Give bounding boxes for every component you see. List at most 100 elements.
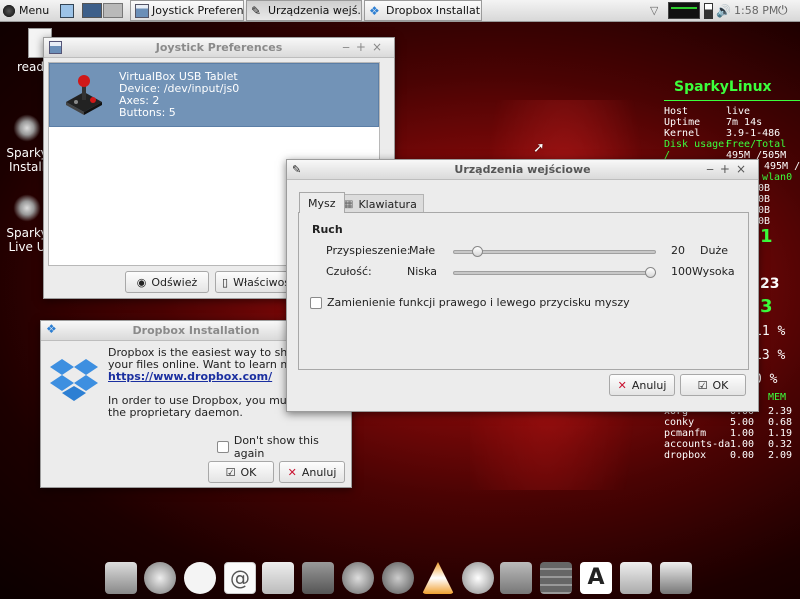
monitor-icon[interactable] xyxy=(660,562,692,594)
vlc-icon[interactable] xyxy=(422,562,454,594)
cancel-icon: ✕ xyxy=(617,378,627,392)
sens-label: Czułość: xyxy=(326,265,372,278)
input-devices-title: Urządzenia wejściowe xyxy=(454,163,591,176)
disk-value: Free/Total xyxy=(726,139,787,150)
task-dropbox[interactable]: ❖ Dropbox Installat... xyxy=(364,0,482,21)
globe-icon[interactable] xyxy=(144,562,176,594)
keyboard-icon[interactable] xyxy=(500,562,532,594)
firewall-icon[interactable] xyxy=(540,562,572,594)
input-ok-button[interactable]: ☑ OK xyxy=(680,374,746,396)
checkbox[interactable] xyxy=(310,296,322,309)
process-name: pcmanfm xyxy=(664,428,707,439)
dock: @ A xyxy=(100,560,700,599)
process-cpu: 1.00 xyxy=(730,428,755,439)
uptime-value: 7m 14s xyxy=(726,117,763,128)
steam-icon[interactable] xyxy=(302,562,334,594)
sparky-logo-icon xyxy=(2,3,16,18)
dont-show-checkbox[interactable]: Don't show this again xyxy=(217,434,351,460)
menu-label: Menu xyxy=(19,4,50,17)
input-devices-window: ✎ Urządzenia wejściowe ‒+× Mysz ▦ Klawia… xyxy=(286,159,759,412)
keyboard-icon: ▦ xyxy=(344,198,354,210)
input-devices-titlebar[interactable]: ✎ Urządzenia wejściowe ‒+× xyxy=(287,160,758,180)
slider-knob[interactable] xyxy=(645,267,656,278)
refresh-icon: ◉ xyxy=(136,275,147,289)
process-name: dropbox xyxy=(664,450,707,461)
dropbox-ok-button[interactable]: ☑ OK xyxy=(208,461,274,483)
divider xyxy=(664,100,800,101)
task-joystick[interactable]: Joystick Preferen... xyxy=(130,0,244,21)
chat-icon[interactable] xyxy=(184,562,216,594)
dropbox-icon: ❖ xyxy=(369,3,380,18)
sparky-logo-icon xyxy=(11,112,43,144)
net-label: wlan0 xyxy=(762,172,793,183)
conky-big-number: 1 xyxy=(760,226,773,247)
input-cancel-button[interactable]: ✕ Anuluj xyxy=(609,374,675,396)
properties-icon: ▯ xyxy=(222,275,229,289)
adobe-icon[interactable]: A xyxy=(580,562,612,594)
cancel-icon: ✕ xyxy=(287,465,297,479)
joystick-titlebar[interactable]: Joystick Preferences ‒+× xyxy=(44,38,394,58)
refresh-button[interactable]: ◉ Odśwież xyxy=(125,271,209,293)
sparky-logo-icon xyxy=(11,192,43,224)
ok-icon: ☑ xyxy=(697,378,708,392)
conky-time: 23 xyxy=(760,276,780,292)
mouse-icon: ✎ xyxy=(251,3,262,18)
process-mem: 0.68 xyxy=(768,417,793,428)
kernel-value: 3.9-1-486 xyxy=(726,128,781,139)
mouse-cursor-icon: ➚ xyxy=(533,140,545,156)
ok-icon: ☑ xyxy=(225,465,236,479)
cpu-graph[interactable] xyxy=(668,0,702,21)
process-name: conky xyxy=(664,417,695,428)
process-name: accounts-da xyxy=(664,439,731,450)
workspace-switcher[interactable] xyxy=(82,0,123,21)
top-panel: Menu Joystick Preferen... ✎ Urządzenia w… xyxy=(0,0,800,22)
printer-icon[interactable] xyxy=(620,562,652,594)
device-buttons: Buttons: 5 xyxy=(119,106,176,119)
tab-panel: Ruch Przyspieszenie: Małe 20 Duże Czułoś… xyxy=(298,212,749,370)
checkbox[interactable] xyxy=(217,441,229,453)
accel-value: 20 xyxy=(671,244,685,257)
net-line: 0B xyxy=(758,205,771,216)
device-row[interactable]: VirtualBox USB Tablet Device: /dev/input… xyxy=(49,63,379,127)
conky-big-number: 3 xyxy=(760,296,773,317)
joystick-icon xyxy=(62,72,106,116)
process-cpu: 5.00 xyxy=(730,417,755,428)
window-controls[interactable]: ‒+× xyxy=(342,40,388,54)
accel-max: Duże xyxy=(700,244,728,257)
sens-slider[interactable] xyxy=(453,267,656,279)
tab-mouse[interactable]: Mysz xyxy=(299,192,345,213)
slider-knob[interactable] xyxy=(472,246,483,257)
clock[interactable]: 1:58 PM xyxy=(734,0,778,21)
disk-label: Disk usage: xyxy=(664,139,731,150)
show-desktop-icon[interactable] xyxy=(60,0,77,21)
dropbox-logo-icon xyxy=(49,357,99,403)
conky-title: SparkyLinux xyxy=(674,79,772,95)
tray-network-icon[interactable]: ▽ xyxy=(650,0,658,21)
shutdown-icon[interactable]: ⏻ xyxy=(778,0,788,21)
battery-icon[interactable] xyxy=(704,0,713,21)
menu-button[interactable]: Menu xyxy=(2,0,49,21)
host-value: live xyxy=(726,106,751,117)
swap-buttons-checkbox[interactable]: Zamienienie funkcji prawego i lewego prz… xyxy=(310,296,630,309)
process-mem: 2.39 xyxy=(768,406,793,417)
window-controls[interactable]: ‒+× xyxy=(706,162,752,176)
accel-min: Małe xyxy=(409,244,436,257)
root-value-2: 495M /505M xyxy=(764,161,800,172)
process-mem: 2.09 xyxy=(768,450,793,461)
file-cabinet-icon[interactable] xyxy=(105,562,137,594)
process-cpu: 0.00 xyxy=(730,450,755,461)
accel-slider[interactable] xyxy=(453,246,656,258)
volume-icon[interactable]: 🔊 xyxy=(716,0,731,21)
task-input-devices[interactable]: ✎ Urządzenia wejś... xyxy=(246,0,362,21)
process-mem: 0.32 xyxy=(768,439,793,450)
dropbox-cancel-button[interactable]: ✕ Anuluj xyxy=(279,461,345,483)
section-title: Ruch xyxy=(312,223,343,236)
email-icon[interactable]: @ xyxy=(224,562,256,594)
accel-label: Przyspieszenie: xyxy=(326,244,411,257)
process-mem: 1.19 xyxy=(768,428,793,439)
disc-icon[interactable] xyxy=(462,562,494,594)
joystick-icon[interactable] xyxy=(262,562,294,594)
tab-keyboard[interactable]: ▦ Klawiatura xyxy=(337,194,424,213)
clover-icon[interactable] xyxy=(382,562,414,594)
sparky-logo-icon[interactable] xyxy=(342,562,374,594)
